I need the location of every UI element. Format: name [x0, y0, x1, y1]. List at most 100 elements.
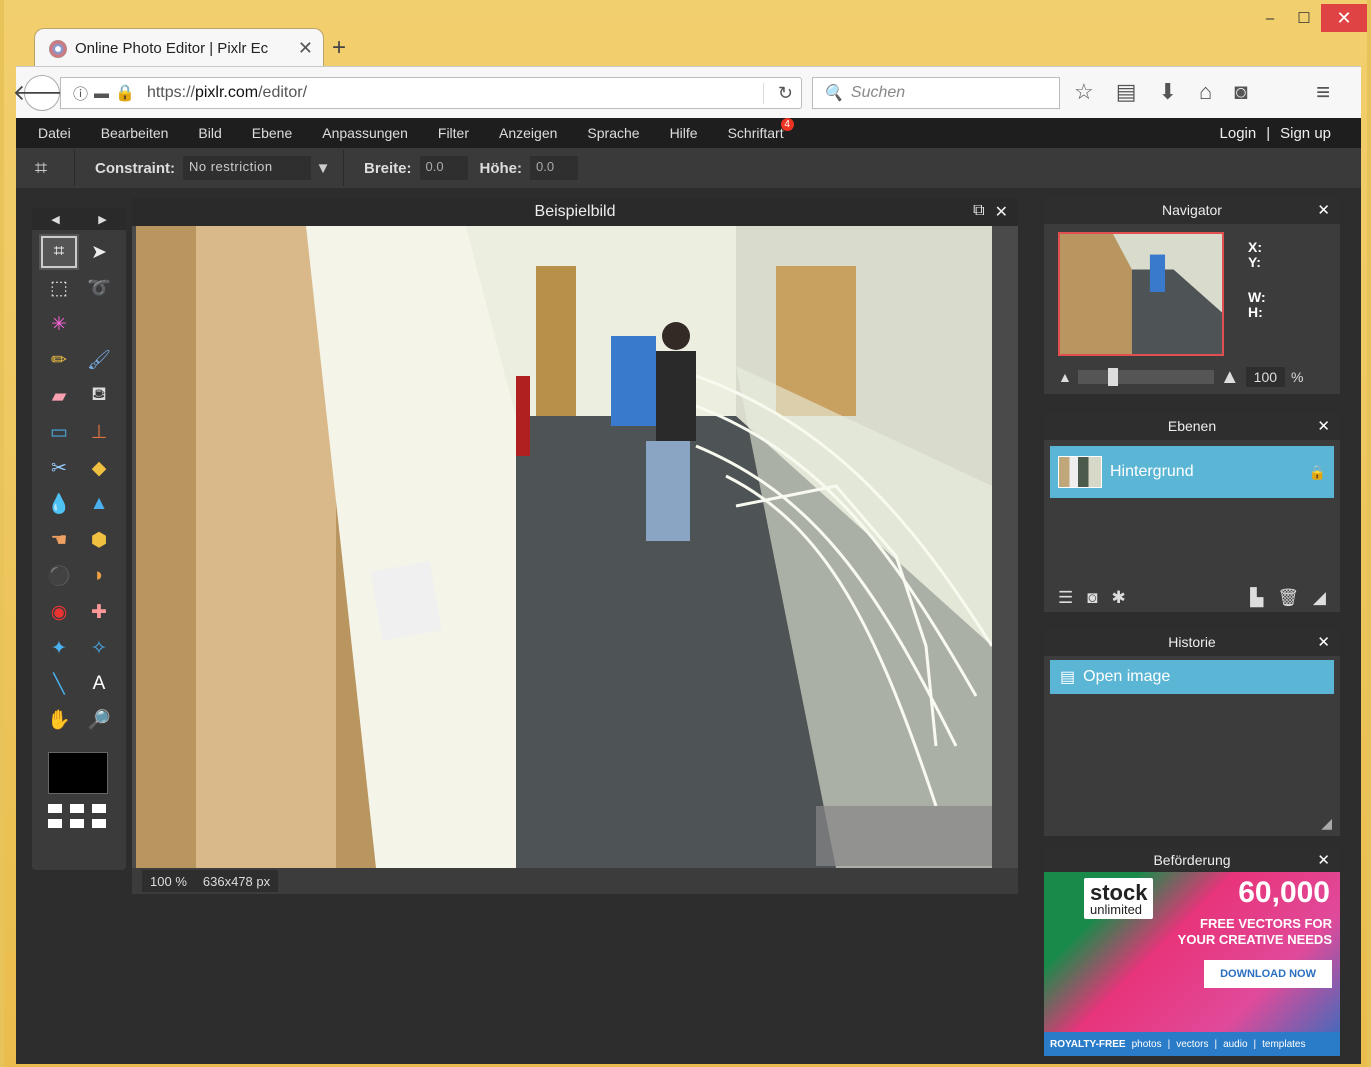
bucket-icon[interactable]: ⛾ [79, 378, 119, 414]
pocket-icon[interactable]: ◙ [1234, 79, 1247, 105]
auth-separator: | [1266, 125, 1271, 142]
dodge-icon[interactable]: ◗ [79, 558, 119, 594]
navigator-header: Navigator ✕ [1044, 196, 1340, 224]
signup-link[interactable]: Sign up [1280, 125, 1331, 142]
menu-filter[interactable]: Filter [438, 125, 469, 141]
sharpen-icon[interactable]: ▲ [79, 486, 119, 522]
close-layers-icon[interactable]: ✕ [1317, 417, 1330, 435]
close-history-icon[interactable]: ✕ [1317, 633, 1330, 651]
layer-style-icon[interactable]: ✱ [1112, 588, 1126, 608]
spot-heal-icon[interactable]: ✚ [79, 594, 119, 630]
layer-settings-icon[interactable]: ☰ [1058, 588, 1073, 608]
close-document-icon[interactable]: ✕ [995, 202, 1008, 222]
close-navigator-icon[interactable]: ✕ [1317, 201, 1330, 219]
ad-headline: 60,000 [1238, 876, 1330, 909]
layer-mask-icon[interactable]: ◙ [1087, 588, 1097, 608]
menu-bearbeiten[interactable]: Bearbeiten [101, 125, 169, 141]
redeye-icon[interactable]: ◉ [39, 594, 79, 630]
zoom-slider-handle[interactable] [1107, 368, 1118, 386]
zoom-icon[interactable]: 🔎 [79, 702, 119, 738]
history-header: Historie ✕ [1044, 628, 1340, 656]
menu-sprache[interactable]: Sprache [587, 125, 639, 141]
zoom-slider[interactable] [1077, 368, 1214, 386]
maximize-button[interactable]: ☐ [1287, 4, 1321, 32]
close-window-button[interactable]: ✕ [1321, 4, 1367, 32]
zoom-readout[interactable]: 100 % [142, 870, 195, 892]
smudge-icon[interactable]: ☚ [39, 522, 79, 558]
home-icon[interactable]: ⌂ [1199, 79, 1212, 105]
lasso-icon[interactable]: ➰ [79, 270, 119, 306]
collapse-left-icon[interactable]: ◀ [51, 213, 59, 226]
search-input[interactable]: 🔍 Suchen [812, 77, 1060, 109]
pencil-icon[interactable]: ✏ [39, 342, 79, 378]
zoom-out-icon[interactable]: ▲ [1058, 369, 1072, 385]
crop-icon[interactable]: ⌗ [39, 234, 79, 270]
tab-close-icon[interactable]: ✕ [298, 38, 313, 59]
address-bar[interactable]: ⓘ ▬ 🔒 https://pixlr.com/editor/ ↻ [60, 77, 802, 109]
reading-list-icon[interactable]: ▤ [1116, 79, 1137, 105]
pinch-icon[interactable]: ✧ [79, 630, 119, 666]
blur-icon[interactable]: 💧 [39, 486, 79, 522]
drawing-icon[interactable]: ◆ [79, 450, 119, 486]
layer-thumbnail [1058, 456, 1102, 488]
download-now-button[interactable]: DOWNLOAD NOW [1204, 960, 1332, 988]
reload-icon[interactable]: ↻ [762, 82, 793, 104]
grid-view-icon[interactable] [48, 804, 110, 828]
move-icon[interactable]: ➤ [79, 234, 119, 270]
close-promo-icon[interactable]: ✕ [1317, 851, 1330, 869]
url-text[interactable]: https://pixlr.com/editor/ [147, 84, 763, 102]
chevron-down-icon[interactable]: ▼ [311, 160, 335, 177]
hamburger-menu-icon[interactable]: ≡ [1316, 79, 1330, 107]
canvas-image[interactable] [136, 226, 992, 868]
zoom-input[interactable]: 100 [1245, 367, 1286, 387]
burn-icon[interactable]: ⚫ [39, 558, 79, 594]
brush-icon[interactable]: 🖌 [79, 342, 119, 378]
app-menu-bar: Datei Bearbeiten Bild Ebene Anpassungen … [16, 118, 1361, 148]
sponge-icon[interactable]: ⬢ [79, 522, 119, 558]
promo-header: Beförderung ✕ [1044, 846, 1340, 874]
history-item[interactable]: ▤ Open image [1050, 660, 1334, 694]
wand-icon[interactable]: ✳ [39, 306, 79, 342]
zoom-in-icon[interactable]: ▲ [1220, 366, 1240, 389]
new-layer-icon[interactable]: ▙ [1250, 588, 1263, 608]
color-replace-icon[interactable]: ✂ [39, 450, 79, 486]
lock-icon: 🔒 [1308, 463, 1326, 480]
resize-handle-icon[interactable]: ◢ [1321, 815, 1332, 832]
menu-datei[interactable]: Datei [38, 125, 71, 141]
type-icon[interactable]: A [79, 666, 119, 702]
hand-icon[interactable]: ✋ [39, 702, 79, 738]
gradient-icon[interactable]: ▭ [39, 414, 79, 450]
marquee-icon[interactable]: ⬚ [39, 270, 79, 306]
download-icon[interactable]: ⬇ [1159, 79, 1177, 105]
menu-hilfe[interactable]: Hilfe [670, 125, 698, 141]
delete-layer-icon[interactable]: 🗑 [1277, 588, 1299, 608]
constraint-select[interactable]: No restriction [183, 156, 311, 180]
menu-anzeigen[interactable]: Anzeigen [499, 125, 557, 141]
resize-handle-icon[interactable]: ◢ [1313, 588, 1326, 608]
navigation-bar: 🡐 ⓘ ▬ 🔒 https://pixlr.com/editor/ ↻ 🔍 Su… [13, 66, 1361, 118]
color-swatch[interactable] [48, 752, 108, 794]
new-tab-button[interactable]: + [332, 34, 346, 62]
info-icon[interactable]: ⓘ [73, 83, 88, 104]
bloat-icon[interactable]: ✦ [39, 630, 79, 666]
image-size: 636x478 px [194, 870, 279, 892]
eraser-icon[interactable]: ▰ [39, 378, 79, 414]
browser-tab[interactable]: Online Photo Editor | Pixlr Ec ✕ [34, 28, 324, 68]
back-button[interactable]: 🡐 [13, 75, 72, 111]
width-field[interactable]: 0.0 [419, 156, 468, 180]
restore-window-icon[interactable]: ⧉ [973, 202, 984, 222]
ad-banner[interactable]: stock unlimited 60,000 FREE VECTORS FOR YO… [1044, 872, 1340, 1056]
stamp-icon[interactable]: ⊥ [79, 414, 119, 450]
bookmark-star-icon[interactable]: ☆ [1074, 79, 1094, 105]
collapse-right-icon[interactable]: ▶ [98, 213, 106, 226]
menu-anpassungen[interactable]: Anpassungen [322, 125, 408, 141]
menu-bild[interactable]: Bild [198, 125, 221, 141]
minimize-button[interactable]: – [1253, 4, 1287, 32]
menu-schriftart[interactable]: Schriftart 4 [728, 118, 794, 141]
navigator-thumbnail[interactable] [1058, 232, 1224, 356]
layer-item[interactable]: Hintergrund 🔒 [1050, 446, 1334, 498]
login-link[interactable]: Login [1220, 125, 1257, 142]
color-picker-icon[interactable]: ╲ [39, 666, 79, 702]
menu-ebene[interactable]: Ebene [252, 125, 292, 141]
height-field[interactable]: 0.0 [530, 156, 579, 180]
